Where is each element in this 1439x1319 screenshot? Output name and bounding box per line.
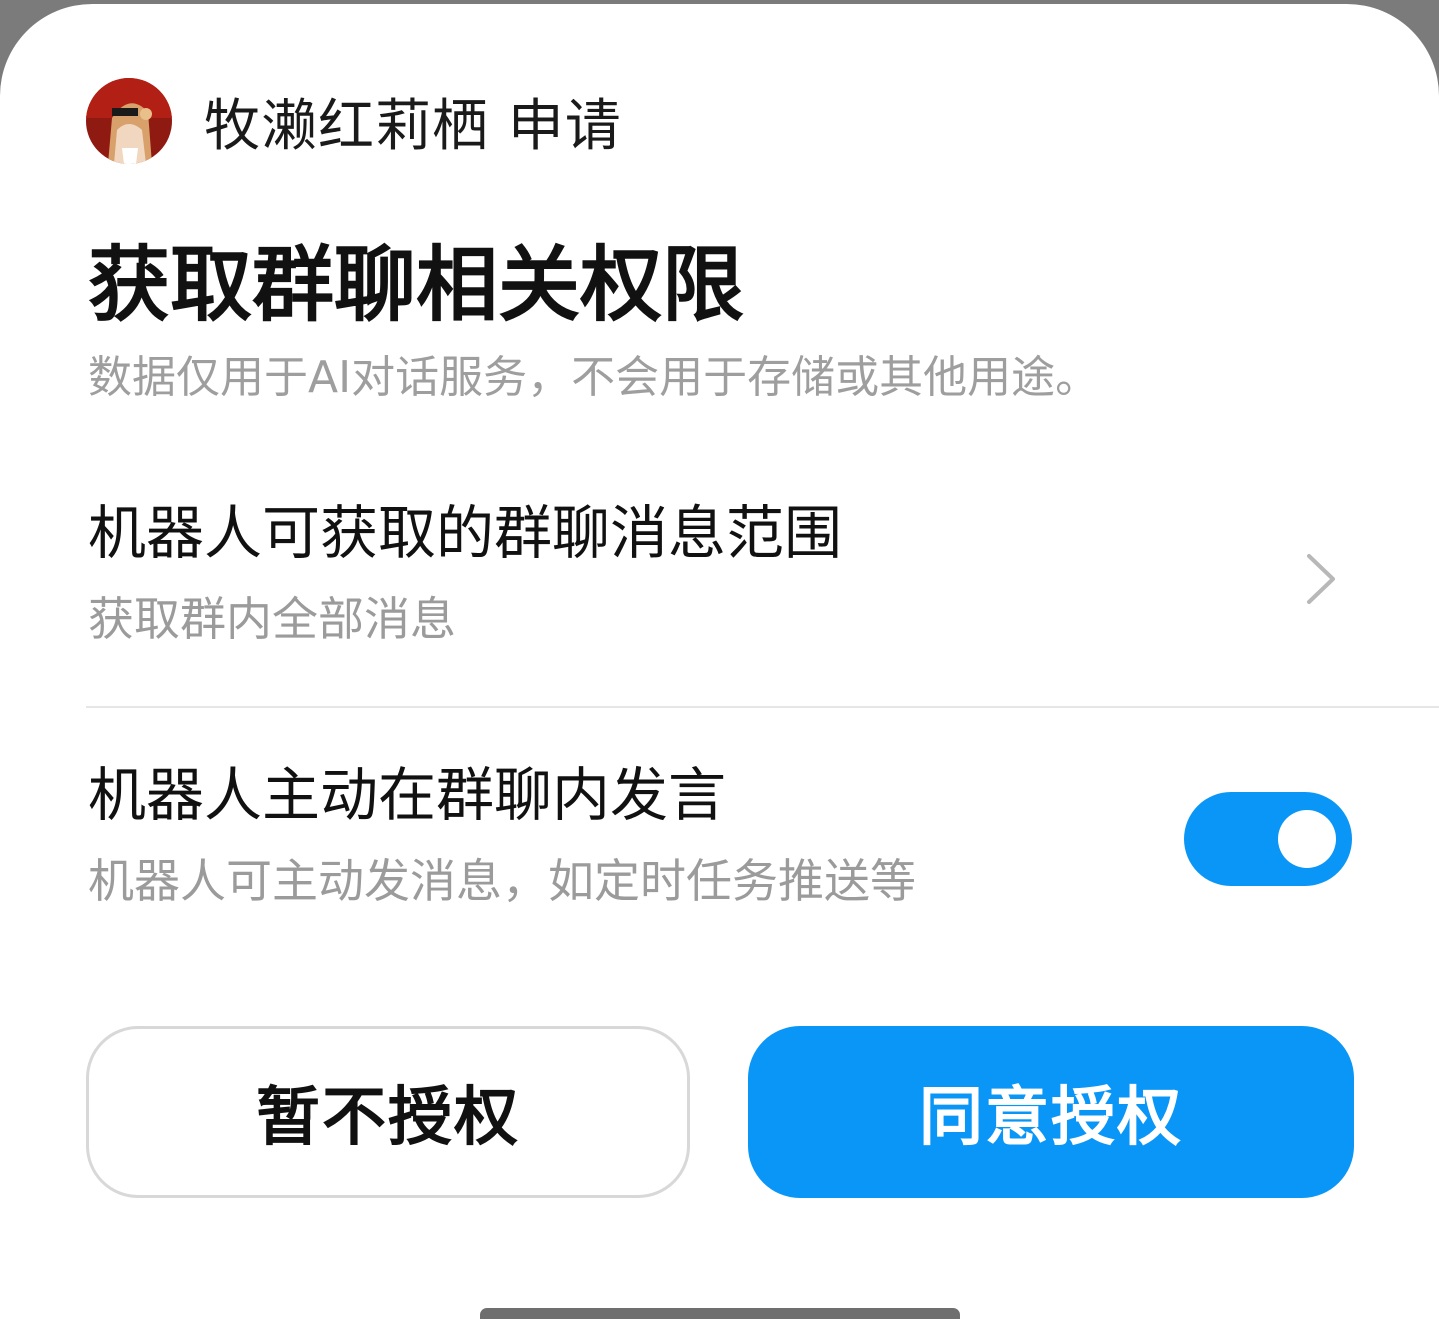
requester-header: 牧濑红莉栖 申请 bbox=[86, 76, 622, 166]
avatar bbox=[86, 78, 172, 164]
requester-text: 牧濑红莉栖 申请 bbox=[204, 93, 622, 159]
divider bbox=[86, 706, 1439, 708]
message-scope-row[interactable]: 机器人可获取的群聊消息范围 获取群内全部消息 bbox=[88, 494, 1439, 706]
decline-button[interactable]: 暂不授权 bbox=[86, 1026, 690, 1198]
proactive-speech-toggle[interactable] bbox=[1184, 792, 1352, 886]
permission-sheet: 牧濑红莉栖 申请 获取群聊相关权限 数据仅用于AI对话服务，不会用于存储或其他用… bbox=[0, 4, 1439, 1319]
message-scope-value: 获取群内全部消息 bbox=[88, 592, 456, 646]
home-indicator bbox=[480, 1308, 960, 1319]
chevron-right-icon bbox=[1307, 554, 1335, 604]
toggle-knob bbox=[1278, 810, 1336, 868]
anime-character-avatar-icon bbox=[86, 78, 172, 164]
dialog-subtitle: 数据仅用于AI对话服务，不会用于存储或其他用途。 bbox=[88, 352, 1100, 403]
dialog-title: 获取群聊相关权限 bbox=[88, 238, 745, 333]
proactive-speech-row: 机器人主动在群聊内发言 机器人可主动发消息，如定时任务推送等 bbox=[88, 756, 1439, 936]
accept-button[interactable]: 同意授权 bbox=[748, 1026, 1354, 1198]
message-scope-title: 机器人可获取的群聊消息范围 bbox=[88, 499, 843, 567]
